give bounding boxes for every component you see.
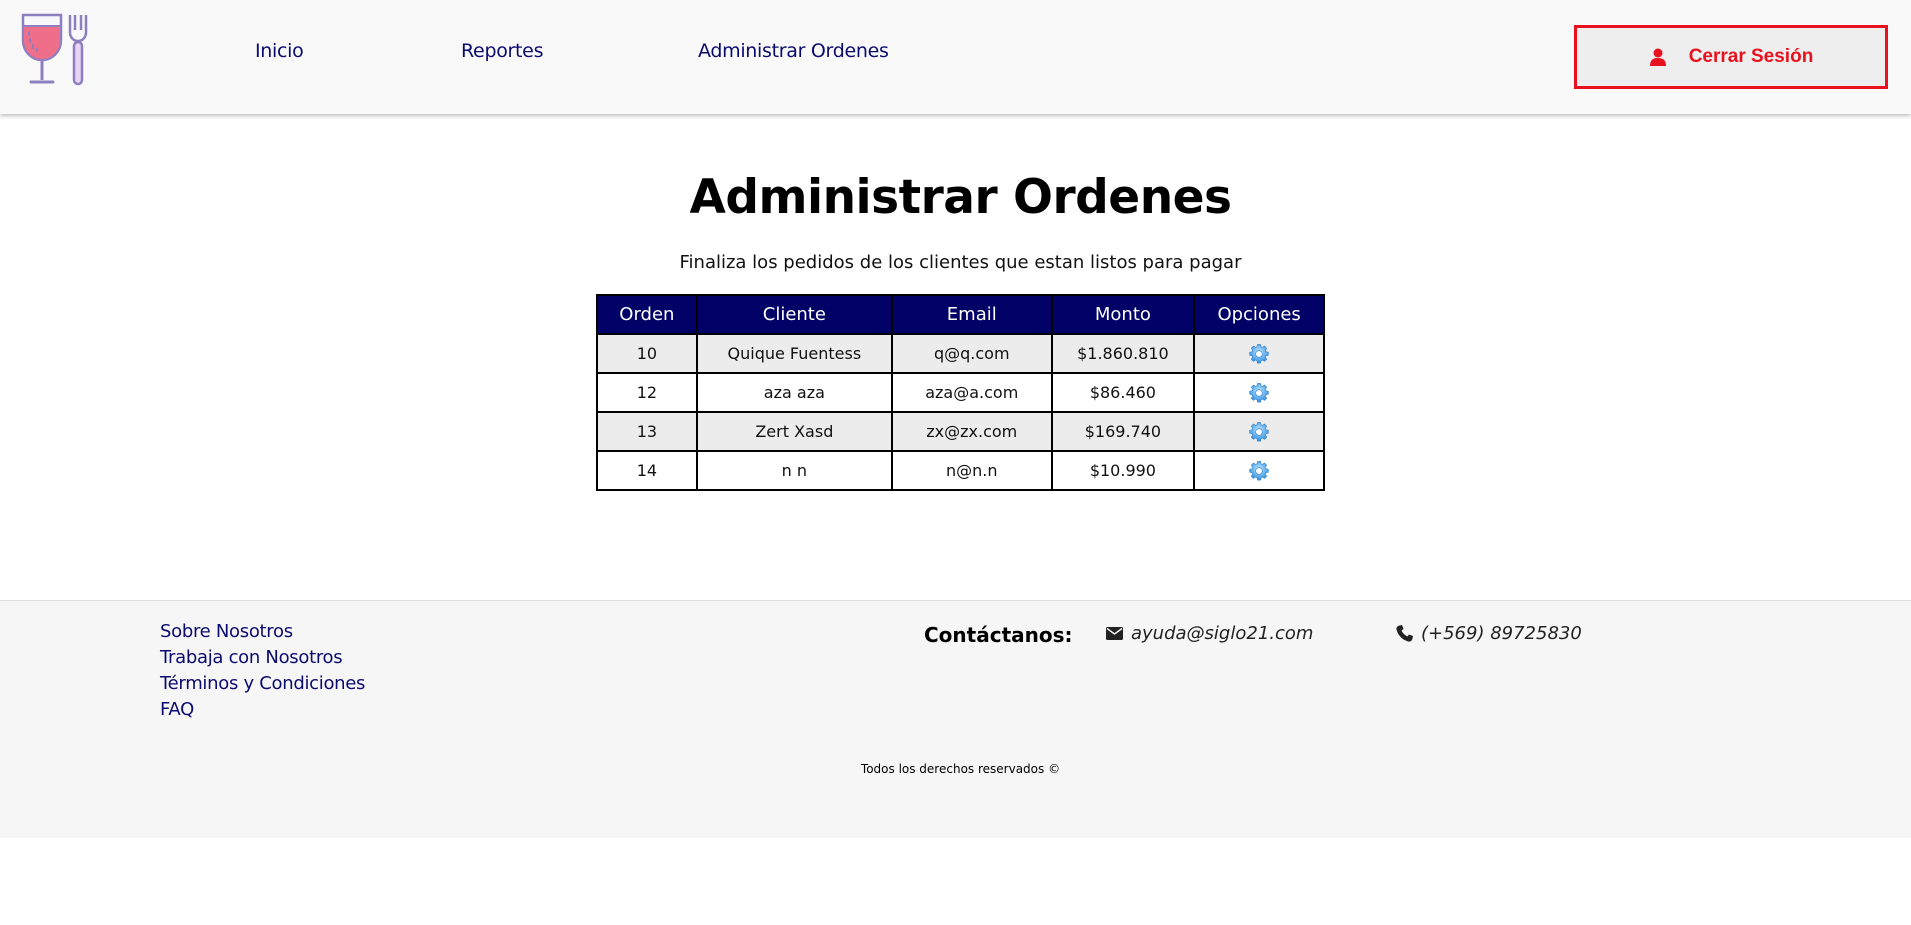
- cell-email: aza@a.com: [890, 372, 1053, 413]
- col-opciones-header: Opciones: [1193, 294, 1325, 335]
- top-navbar: Inicio Reportes Administrar Ordenes Cerr…: [0, 0, 1911, 114]
- col-monto-header: Monto: [1050, 294, 1196, 335]
- gear-icon[interactable]: [1248, 421, 1270, 443]
- cell-cliente: Quique Fuentess: [695, 333, 893, 374]
- cell-opciones: [1193, 450, 1325, 491]
- cell-opciones: [1193, 411, 1325, 452]
- footer-link-sobre-nosotros[interactable]: Sobre Nosotros: [160, 621, 365, 643]
- nav-reportes[interactable]: Reportes: [461, 40, 543, 62]
- cell-email: n@n.n: [890, 450, 1053, 491]
- logout-label: Cerrar Sesión: [1688, 46, 1814, 67]
- copyright-text: Todos los derechos reservados ©: [860, 762, 1061, 776]
- gear-icon[interactable]: [1248, 460, 1270, 482]
- contact-email: ayuda@siglo21.com: [1106, 623, 1313, 644]
- gear-icon[interactable]: [1248, 382, 1270, 404]
- cell-orden: 13: [596, 411, 698, 452]
- cell-monto: $169.740: [1050, 411, 1196, 452]
- nav-administrar-ordenes[interactable]: Administrar Ordenes: [698, 40, 889, 62]
- footer-links: Sobre Nosotros Trabaja con Nosotros Térm…: [160, 621, 365, 721]
- table-header-row: Orden Cliente Email Monto Opciones: [596, 294, 1325, 335]
- cell-orden: 14: [596, 450, 698, 491]
- cell-monto: $10.990: [1050, 450, 1196, 491]
- cell-cliente: aza aza: [695, 372, 893, 413]
- cell-email: zx@zx.com: [890, 411, 1053, 452]
- gear-icon[interactable]: [1248, 343, 1270, 365]
- table-row: 14 n n n@n.n $10.990: [596, 450, 1325, 491]
- table-row: 12 aza aza aza@a.com $86.460: [596, 372, 1325, 413]
- nav-inicio[interactable]: Inicio: [255, 40, 304, 62]
- cell-orden: 10: [596, 333, 698, 374]
- cell-cliente: Zert Xasd: [695, 411, 893, 452]
- logout-button[interactable]: Cerrar Sesión: [1574, 25, 1888, 89]
- cell-opciones: [1193, 333, 1325, 374]
- contact-title: Contáctanos:: [924, 623, 1073, 647]
- footer-link-trabaja-con-nosotros[interactable]: Trabaja con Nosotros: [160, 647, 365, 669]
- contact-phone: (+569) 89725830: [1396, 623, 1582, 644]
- user-icon: [1649, 48, 1666, 66]
- col-cliente-header: Cliente: [695, 294, 893, 335]
- page-title: Administrar Ordenes: [689, 170, 1232, 225]
- envelope-icon: [1106, 627, 1123, 640]
- col-email-header: Email: [890, 294, 1053, 335]
- orders-table: Orden Cliente Email Monto Opciones 10 Qu…: [596, 294, 1325, 491]
- wine-glass-and-fork-logo[interactable]: [20, 12, 98, 88]
- contact-email-value[interactable]: ayuda@siglo21.com: [1131, 623, 1313, 644]
- phone-icon: [1396, 625, 1413, 642]
- cell-cliente: n n: [695, 450, 893, 491]
- cell-monto: $86.460: [1050, 372, 1196, 413]
- footer: Sobre Nosotros Trabaja con Nosotros Térm…: [0, 600, 1911, 838]
- footer-link-terminos[interactable]: Términos y Condiciones: [160, 673, 365, 695]
- footer-link-faq[interactable]: FAQ: [160, 699, 365, 721]
- cell-monto: $1.860.810: [1050, 333, 1196, 374]
- table-row: 13 Zert Xasd zx@zx.com $169.740: [596, 411, 1325, 452]
- table-row: 10 Quique Fuentess q@q.com $1.860.810: [596, 333, 1325, 374]
- cell-orden: 12: [596, 372, 698, 413]
- contact-phone-value[interactable]: (+569) 89725830: [1421, 623, 1582, 644]
- col-orden-header: Orden: [596, 294, 698, 335]
- page-subtitle: Finaliza los pedidos de los clientes que…: [679, 252, 1242, 273]
- cell-email: q@q.com: [890, 333, 1053, 374]
- cell-opciones: [1193, 372, 1325, 413]
